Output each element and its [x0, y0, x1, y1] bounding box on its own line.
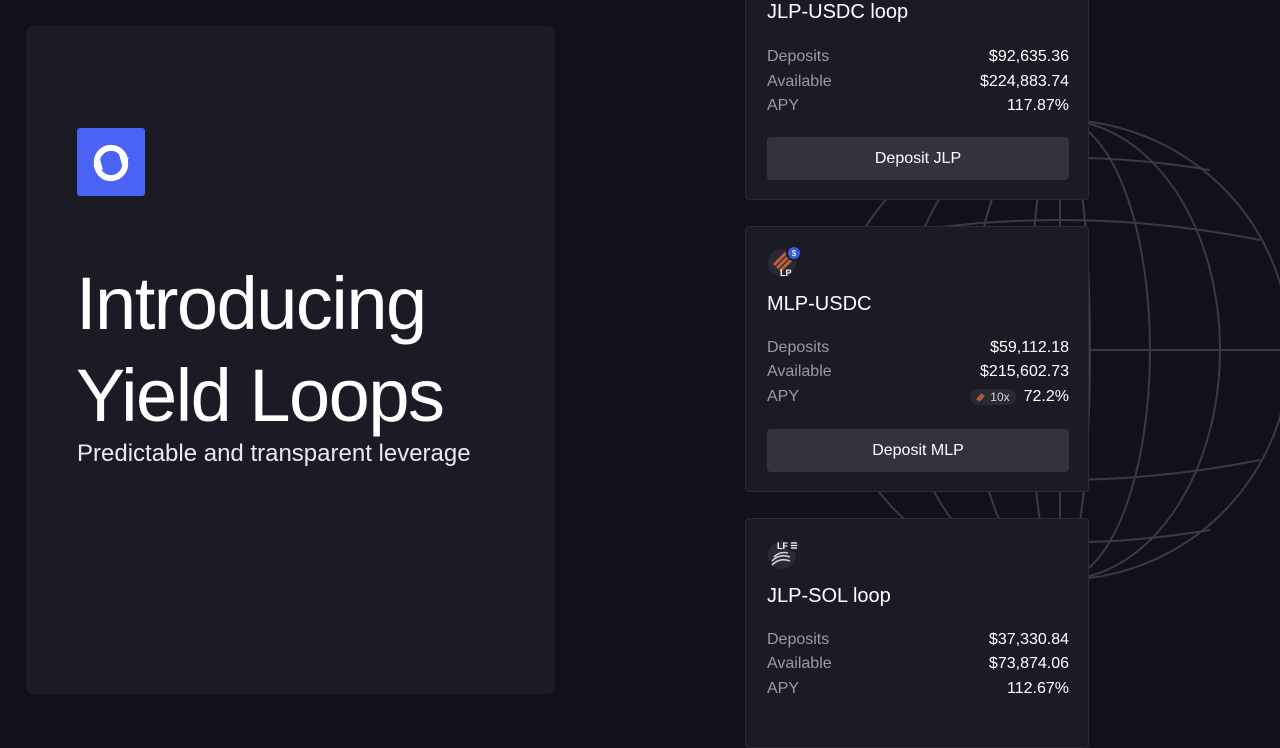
- row-value: $224,883.74: [980, 73, 1069, 90]
- title-line-2: Yield Loops: [76, 354, 445, 437]
- jlp-sol-token-icon: LF: [768, 538, 801, 569]
- title-line-1: Introducing: [76, 262, 427, 345]
- row-label: APY: [767, 388, 800, 405]
- row-label: Available: [767, 363, 832, 380]
- row-value: $37,330.84: [988, 631, 1069, 648]
- row-value: 112.67%: [1007, 680, 1069, 697]
- row-value: $92,635.36: [988, 48, 1069, 65]
- row-label: Available: [767, 73, 832, 90]
- card-title: JLP-SOL loop: [767, 585, 891, 607]
- available-row: Available $224,883.74: [767, 70, 1069, 94]
- row-label: Deposits: [767, 339, 830, 356]
- logo: [77, 128, 145, 196]
- row-value: $215,602.73: [980, 363, 1069, 380]
- row-value: 72.2%: [1023, 388, 1069, 405]
- row-label: Deposits: [767, 48, 830, 65]
- deposit-mlp-button[interactable]: Deposit MLP: [767, 429, 1069, 472]
- row-label: Deposits: [767, 631, 830, 648]
- deposits-row: Deposits $37,330.84: [767, 628, 1069, 652]
- multiplier-flame-icon: [976, 393, 986, 402]
- deposit-jlp-button[interactable]: Deposit JLP: [767, 137, 1069, 180]
- row-value: $59,112.18: [990, 339, 1069, 356]
- deposits-row: Deposits $92,635.36: [767, 45, 1069, 69]
- apy-row: APY 10x 72.2%: [767, 385, 1069, 409]
- loop-arrows-icon: [93, 144, 129, 182]
- vault-card-jlp-usdc: JLP-USDC loop Deposits $92,635.36 Availa…: [745, 0, 1089, 200]
- token-icon-label: LF: [777, 541, 788, 551]
- page-title: Introducing Yield Loops: [76, 258, 445, 442]
- deposits-row: Deposits $59,112.18: [767, 336, 1069, 360]
- apy-row: APY 112.67%: [767, 677, 1069, 701]
- multiplier-badge: 10x: [970, 389, 1016, 405]
- subtitle: Predictable and transparent leverage: [77, 440, 471, 467]
- vault-card-mlp-usdc: $ LP MLP-USDC Deposits $59,112.18 Availa…: [745, 226, 1089, 492]
- token-icon-label: LP: [780, 268, 792, 278]
- vault-card-jlp-sol: LF JLP-SOL loop Deposits $37,330.84 Avai…: [745, 518, 1089, 748]
- row-value: $73,874.06: [988, 655, 1069, 672]
- svg-text:$: $: [792, 249, 797, 258]
- apy-row: APY 117.87%: [767, 94, 1069, 118]
- row-value-group: 10x 72.2%: [970, 388, 1069, 406]
- row-value: 117.87%: [1007, 97, 1069, 114]
- card-title: JLP-USDC loop: [767, 1, 909, 23]
- card-title: MLP-USDC: [767, 293, 872, 315]
- row-label: Available: [767, 655, 832, 672]
- available-row: Available $215,602.73: [767, 360, 1069, 384]
- row-label: APY: [767, 97, 800, 114]
- row-label: APY: [767, 680, 800, 697]
- available-row: Available $73,874.06: [767, 652, 1069, 676]
- multiplier-value: 10x: [990, 390, 1010, 404]
- hero-panel: Introducing Yield Loops Predictable and …: [26, 26, 555, 694]
- mlp-usdc-token-icon: $ LP: [768, 245, 802, 278]
